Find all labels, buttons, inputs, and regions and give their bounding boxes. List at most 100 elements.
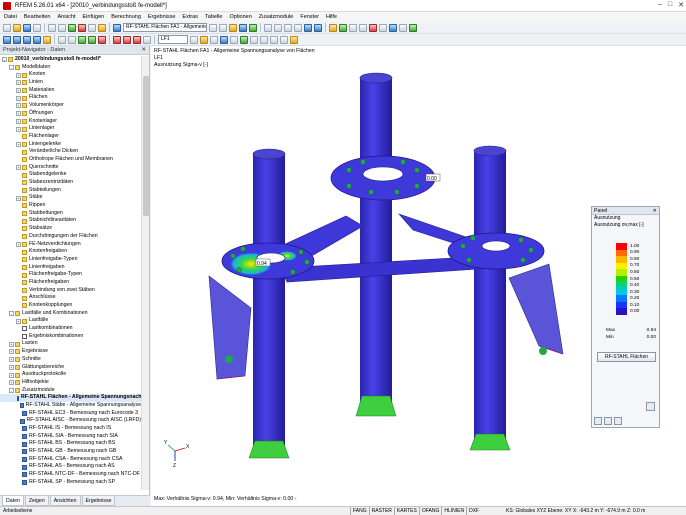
magnifier-icon[interactable] (646, 402, 655, 411)
tree-item[interactable]: RF-STAHL GB - Bemessung nach GB (0, 448, 141, 456)
line-support-icon[interactable] (88, 35, 96, 44)
collapse-icon[interactable]: - (9, 65, 14, 71)
surface-icon[interactable] (23, 35, 31, 44)
menu-ergebnisse[interactable]: Ergebnisse (148, 14, 176, 20)
expand-icon[interactable]: + (9, 341, 14, 347)
collapse-icon[interactable]: - (9, 387, 14, 393)
settings-icon[interactable] (399, 23, 407, 32)
tree-item[interactable]: + Stäbe (0, 194, 141, 202)
menu-extras[interactable]: Extras (182, 14, 198, 20)
close-icon[interactable]: ✕ (653, 207, 657, 215)
expand-icon[interactable]: + (16, 195, 21, 201)
expand-icon[interactable]: + (9, 380, 14, 386)
module-combo[interactable]: RF-STAHL Flächen FA1 - Allgemeine Sp (123, 23, 207, 32)
tree-item[interactable]: + Knoten (0, 71, 141, 79)
tree-item[interactable]: + Querschnitte (0, 164, 141, 172)
view-y-icon[interactable] (284, 23, 292, 32)
tree-item[interactable]: RF-STAHL IS - Bemessung nach IS (0, 425, 141, 433)
panel-tab-factors[interactable] (604, 417, 612, 425)
print-icon[interactable] (33, 23, 41, 32)
new-file-icon[interactable] (3, 23, 11, 32)
tree-item[interactable]: + Ergebnisse (0, 348, 141, 356)
close-icon[interactable]: ✕ (141, 46, 146, 55)
imperfection-icon[interactable] (143, 35, 151, 44)
tree-item[interactable]: Durchdringungen der Flächen (0, 233, 141, 241)
tree-item[interactable]: RF-STAHL EC3 - Bemessung nach Eurocode 3 (0, 410, 141, 418)
tree-item[interactable]: + Linienlager (0, 125, 141, 133)
move-icon[interactable] (260, 35, 268, 44)
tree-item[interactable]: + Knotenlager (0, 118, 141, 126)
tree-item[interactable]: - Modelldaten (0, 64, 141, 72)
tree-item[interactable]: Lastkombinationen (0, 325, 141, 333)
expand-icon[interactable]: + (16, 241, 21, 247)
support-icon[interactable] (369, 23, 377, 32)
tree-item[interactable]: Stabteilungen (0, 187, 141, 195)
tree-item[interactable]: RF-STAHL Stäbe - Allgemeine Spannungsana… (0, 402, 141, 410)
rf-stahl-flaechen-button[interactable]: RF-STAHL Flächen (597, 352, 656, 362)
results-icon[interactable] (78, 23, 86, 32)
menu-datei[interactable]: Datei (4, 14, 17, 20)
calculate-icon[interactable] (68, 23, 76, 32)
minimize-button[interactable]: – (658, 1, 662, 9)
tree-item[interactable]: + Lastfälle (0, 317, 141, 325)
menu-zusatzmodule[interactable]: Zusatzmodule (259, 14, 294, 20)
tree-item[interactable]: + Öffnungen (0, 110, 141, 118)
tree-item[interactable]: + Liniengelenke (0, 141, 141, 149)
menu-tabelle[interactable]: Tabelle (205, 14, 222, 20)
mesh-icon[interactable] (190, 35, 198, 44)
filter-icon[interactable] (113, 23, 121, 32)
tree-item[interactable]: Stabendgelenke (0, 171, 141, 179)
dimension-icon[interactable] (200, 35, 208, 44)
load-icon[interactable] (113, 35, 121, 44)
tree-item[interactable]: + Hilfsobjekte (0, 379, 141, 387)
hinge-icon[interactable] (98, 35, 106, 44)
menu-fenster[interactable]: Fenster (300, 14, 319, 20)
menu-bearbeiten[interactable]: Bearbeiten (24, 14, 51, 20)
render-icon[interactable] (329, 23, 337, 32)
tree-item[interactable]: Rippen (0, 202, 141, 210)
view-z-icon[interactable] (294, 23, 302, 32)
tree-item[interactable]: RF-STAHL BS - Bemessung nach BS (0, 440, 141, 448)
show-results-icon[interactable] (229, 23, 237, 32)
undo-icon[interactable] (48, 23, 56, 32)
scrollbar-thumb[interactable] (143, 76, 149, 216)
grid-icon[interactable] (379, 23, 387, 32)
rib-icon[interactable] (68, 35, 76, 44)
tree-item[interactable]: + Schnitte (0, 356, 141, 364)
opening-icon[interactable] (43, 35, 51, 44)
comment-icon[interactable] (210, 35, 218, 44)
expand-icon[interactable]: + (16, 318, 21, 324)
tree-item[interactable]: + Ausdruckprotokolle (0, 371, 141, 379)
tree-item[interactable]: Veränderliche Dicken (0, 148, 141, 156)
tree-item[interactable]: Stabbettungen (0, 210, 141, 218)
tree-item[interactable]: Linienfreigaben (0, 264, 141, 272)
tree-item[interactable]: RF-STAHL SP - Bemessung nach SP (0, 479, 141, 487)
load-case-combo[interactable]: LF1 (158, 35, 188, 44)
close-button[interactable]: ✕ (678, 1, 684, 9)
menu-optionen[interactable]: Optionen (229, 14, 251, 20)
lighting-icon[interactable] (389, 23, 397, 32)
tab-daten[interactable]: Daten (2, 496, 24, 506)
check-icon[interactable] (409, 23, 417, 32)
save-icon[interactable] (23, 23, 31, 32)
tree-item[interactable]: Stabnichtlinearitäten (0, 217, 141, 225)
copy-icon[interactable] (250, 35, 258, 44)
tree-item[interactable]: RF-STAHL CSA - Bemessung nach CSA (0, 456, 141, 464)
tree-item[interactable]: - Lastfälle und Kombinationen (0, 310, 141, 318)
expand-icon[interactable]: + (16, 103, 21, 109)
member-icon[interactable] (58, 35, 66, 44)
tree-item[interactable]: + Glättungsbereiche (0, 364, 141, 372)
expand-icon[interactable]: + (16, 164, 21, 170)
collapse-icon[interactable]: - (9, 311, 14, 317)
tree-item[interactable]: Anschlüsse (0, 294, 141, 302)
expand-icon[interactable]: + (9, 357, 14, 363)
zoom-window-icon[interactable] (314, 23, 322, 32)
navigator-scrollbar[interactable] (141, 56, 149, 490)
guideline-icon[interactable] (220, 35, 228, 44)
menu-ansicht[interactable]: Ansicht (57, 14, 75, 20)
tree-item[interactable]: RF-STAHL Flächen - Allgemeine Spannungsn… (0, 394, 141, 402)
menu-hilfe[interactable]: Hilfe (326, 14, 337, 20)
tree-item[interactable]: Flächenfreigabe-Typen (0, 271, 141, 279)
tree-item[interactable]: - 20010_verbindungsstoß fe-modell* (0, 56, 141, 64)
tree-item[interactable]: Flächenfreigaben (0, 279, 141, 287)
